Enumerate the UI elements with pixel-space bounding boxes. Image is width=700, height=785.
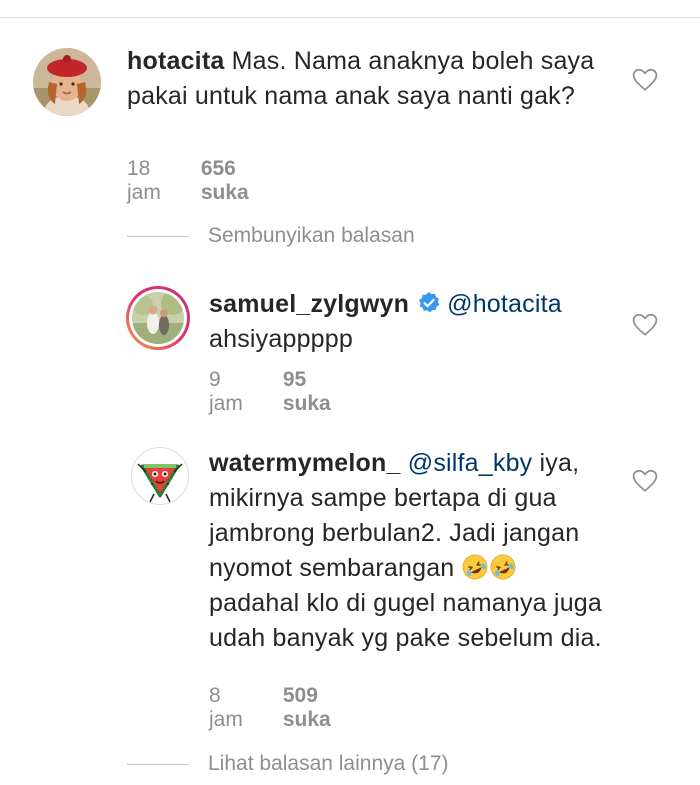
hide-replies-label: Sembunyikan balasan [208, 224, 415, 247]
reply-username[interactable]: samuel_zylgwyn [209, 290, 409, 318]
reply-text: ahsiyappppp [209, 325, 353, 353]
comment-likes[interactable]: 656 suka [201, 157, 249, 205]
avatar-image [126, 286, 190, 350]
reply-time: 9 jam [209, 368, 243, 415]
heart-icon[interactable] [632, 68, 658, 92]
reply-meta: 9 jam 95 suka [209, 368, 331, 416]
comment-text-block: hotacita Mas. Nama anaknya boleh saya pa… [127, 44, 597, 114]
avatar-samuel-story-ring[interactable] [125, 285, 191, 351]
reply-text-block: watermymelon_ @silfa_kby iya, mikirnya s… [209, 446, 609, 656]
reply-likes[interactable]: 509 suka [283, 684, 331, 732]
avatar-image [132, 448, 188, 504]
rolling-on-floor-laughing-emoji-icon [490, 554, 515, 580]
verified-badge-icon [419, 292, 440, 313]
view-more-replies-label: Lihat balasan lainnya (17) [208, 752, 449, 775]
divider-line [127, 235, 189, 237]
reply-text-block: samuel_zylgwyn @hotacita ahsiyappppp [209, 287, 609, 357]
reply-meta: 8 jam 509 suka [209, 684, 331, 732]
hide-replies-button[interactable]: Sembunyikan balasan [127, 224, 415, 248]
comment-time: 18 jam [127, 157, 161, 204]
reply-likes[interactable]: 95 suka [283, 368, 331, 416]
reply-mention[interactable]: @silfa_kby [408, 449, 533, 477]
reply-time: 8 jam [209, 684, 243, 731]
avatar-hotacita[interactable] [33, 48, 101, 116]
comment-meta: 18 jam 656 suka [127, 157, 249, 205]
view-more-replies-button[interactable]: Lihat balasan lainnya (17) [127, 752, 449, 776]
rolling-on-floor-laughing-emoji-icon [462, 554, 487, 580]
avatar-watermymelon[interactable] [131, 447, 189, 505]
avatar-image [33, 48, 101, 116]
heart-icon[interactable] [632, 313, 658, 337]
heart-icon[interactable] [632, 469, 658, 493]
top-divider [0, 17, 700, 18]
divider-line [127, 763, 189, 765]
comment-username[interactable]: hotacita [127, 47, 224, 75]
reply-text-part-2: padahal klo di gugel namanya juga udah b… [209, 589, 603, 652]
reply-username[interactable]: watermymelon_ [209, 449, 401, 477]
reply-mention[interactable]: @hotacita [447, 290, 562, 318]
